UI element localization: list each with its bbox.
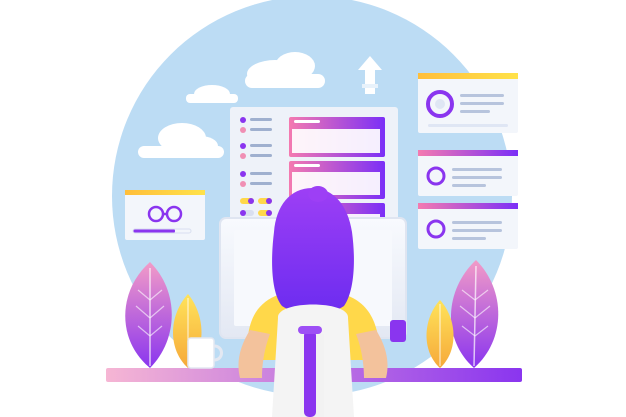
profile-panel: [418, 203, 518, 249]
office-chair: [272, 304, 354, 417]
content-card: [289, 117, 385, 157]
glasses-card: [125, 190, 205, 240]
profile-panel: [418, 73, 518, 133]
profile-panel: [418, 150, 518, 196]
illustration-scene: [0, 0, 626, 417]
progress-bar: [133, 229, 175, 233]
illustration-svg: [106, 0, 522, 417]
